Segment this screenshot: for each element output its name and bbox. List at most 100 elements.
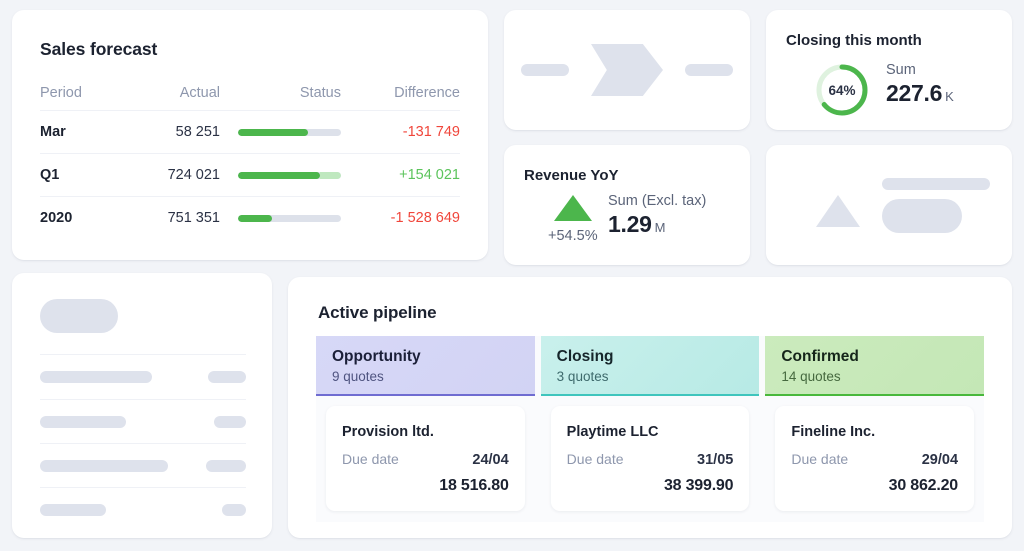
closing-value-unit: K [945,89,953,104]
revenue-value-number: 1.29 [608,211,652,237]
placeholder-cell-left [40,460,168,472]
quote-due-date-value: 31/05 [697,452,733,468]
row-difference: -131 749 [355,124,460,140]
table-row[interactable]: 2020 751 351 -1 528 649 [40,196,460,239]
placeholder-bar-left [521,64,569,76]
revenue-sum-label: Sum (Excl. tax) [608,193,706,209]
placeholder-cell-left [40,371,152,383]
placeholder-cell-right [206,460,246,472]
pipeline-column-header[interactable]: Closing 3 quotes [541,336,760,396]
placeholder-kpi-card [766,145,1012,265]
pipeline-stage-name: Confirmed [781,348,984,366]
revenue-trend-indicator: +54.5% [548,195,598,244]
closing-value-number: 227.6 [886,80,942,106]
quote-due-date-label: Due date [791,451,848,467]
quote-card[interactable]: Fineline Inc. Due date 29/04 30 862.20 [775,406,974,511]
quote-amount: 18 516.80 [342,477,509,495]
chevron-right-icon [591,44,663,96]
row-actual: 751 351 [125,210,220,226]
placeholder-bar-right [685,64,733,76]
pipeline-stage-count: 3 quotes [557,369,760,384]
quote-due-date-label: Due date [567,451,624,467]
pipeline-columns: Opportunity 9 quotes Provision ltd. Due … [316,336,984,522]
table-header-row: Period Actual Status Difference [40,76,460,110]
quote-due-date-value: 29/04 [922,452,958,468]
quote-due-date-line: Due date 29/04 [791,451,958,468]
pipeline-column-body: Fineline Inc. Due date 29/04 30 862.20 [765,396,984,525]
placeholder-cell-right [214,416,246,428]
progress-bar-fill [238,172,320,179]
pipeline-column-confirmed: Confirmed 14 quotes Fineline Inc. Due da… [765,336,984,522]
progress-bar-over [320,172,341,179]
pipeline-column-body: Provision ltd. Due date 24/04 18 516.80 [316,396,535,525]
table-row[interactable]: Mar 58 251 -131 749 [40,110,460,153]
donut-chart: 64% [814,62,870,118]
revenue-value-block: Sum (Excl. tax) 1.29M [608,193,706,238]
quote-due-date-line: Due date 31/05 [567,451,734,468]
revenue-change-label: +54.5% [548,228,598,244]
placeholder-arrow-row [504,10,750,130]
quote-card[interactable]: Provision ltd. Due date 24/04 18 516.80 [326,406,525,511]
quote-company: Playtime LLC [567,424,734,440]
revenue-yoy-title: Revenue YoY [524,167,618,184]
quote-company: Fineline Inc. [791,424,958,440]
pipeline-stage-name: Opportunity [332,348,535,366]
placeholder-row [40,443,246,487]
closing-title: Closing this month [786,32,922,49]
placeholder-cell-right [222,504,246,516]
triangle-up-icon [554,195,592,221]
active-pipeline-title: Active pipeline [318,303,436,323]
placeholder-title-pill [40,299,118,333]
progress-bar-track [238,129,341,136]
row-period: 2020 [40,210,125,226]
placeholder-kpi-row [766,145,1012,265]
row-status [220,129,355,136]
placeholder-row [40,487,246,531]
sales-forecast-title: Sales forecast [40,39,157,60]
pipeline-column-header[interactable]: Confirmed 14 quotes [765,336,984,396]
quote-company: Provision ltd. [342,424,509,440]
revenue-yoy-card: Revenue YoY +54.5% Sum (Excl. tax) 1.29M [504,145,750,265]
placeholder-table-inner [40,299,246,531]
triangle-up-icon [816,195,860,227]
column-header-status: Status [220,85,355,101]
revenue-value-unit: M [655,220,666,235]
sales-forecast-table: Period Actual Status Difference Mar 58 2… [40,76,460,239]
row-status [220,172,355,179]
pipeline-stage-count: 9 quotes [332,369,535,384]
pipeline-stage-name: Closing [557,348,760,366]
column-header-actual: Actual [125,85,220,101]
closing-this-month-card: Closing this month 64% Sum 227.6K [766,10,1012,130]
table-row[interactable]: Q1 724 021 +154 021 [40,153,460,196]
row-actual: 724 021 [125,167,220,183]
row-status [220,215,355,222]
quote-amount: 30 862.20 [791,477,958,495]
closing-value-block: Sum 227.6K [886,62,953,107]
placeholder-row [40,399,246,443]
dashboard-page: Sales forecast Period Actual Status Diff… [0,0,1024,551]
closing-sum-label: Sum [886,62,953,78]
pipeline-column-opportunity: Opportunity 9 quotes Provision ltd. Due … [316,336,535,522]
progress-bar-fill [238,215,272,222]
placeholder-kpi-text [882,178,990,233]
column-header-period: Period [40,85,125,101]
pipeline-column-body: Playtime LLC Due date 31/05 38 399.90 [541,396,760,525]
progress-bar-track [238,215,341,222]
revenue-value: 1.29M [608,211,706,238]
row-period: Q1 [40,167,125,183]
placeholder-value-bar [882,199,962,233]
closing-value: 227.6K [886,80,953,107]
placeholder-table-card [12,273,272,538]
row-difference: -1 528 649 [355,210,460,226]
quote-due-date-label: Due date [342,451,399,467]
sales-forecast-card: Sales forecast Period Actual Status Diff… [12,10,488,260]
pipeline-column-header[interactable]: Opportunity 9 quotes [316,336,535,396]
placeholder-cell-left [40,504,106,516]
progress-bar-track [238,172,341,179]
row-difference: +154 021 [355,167,460,183]
placeholder-cell-right [208,371,246,383]
quote-card[interactable]: Playtime LLC Due date 31/05 38 399.90 [551,406,750,511]
column-header-difference: Difference [355,85,460,101]
progress-bar-fill [238,129,308,136]
placeholder-cell-left [40,416,126,428]
